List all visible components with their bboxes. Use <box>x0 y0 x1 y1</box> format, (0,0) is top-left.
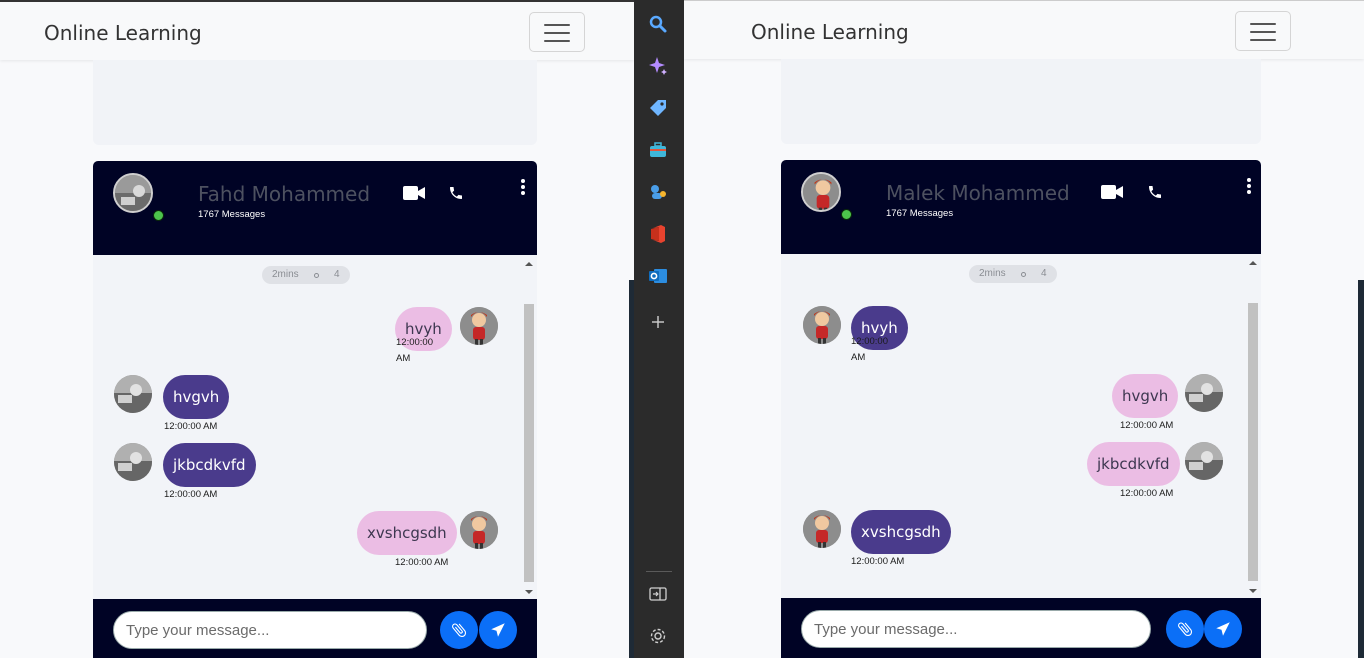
message-input[interactable] <box>113 611 427 649</box>
message-time: 12:00:00 AM <box>851 556 905 567</box>
message-bubble: xvshcgsdh <box>357 511 457 555</box>
message-time: 12:00:00 AM <box>1120 488 1174 499</box>
avatar <box>1185 374 1223 412</box>
contact-name: Fahd Mohammed <box>198 182 371 206</box>
message-time: 12:00:00 AM <box>851 336 888 363</box>
video-call-icon[interactable] <box>403 186 425 200</box>
avatar <box>1185 442 1223 480</box>
games-icon[interactable] <box>648 182 668 202</box>
left-browser-pane: Online Learning Fahd Mohammed 1767 Messa… <box>0 0 634 658</box>
attach-button[interactable] <box>440 611 478 649</box>
scroll-down-arrow[interactable] <box>525 590 533 594</box>
contact-name: Malek Mohammed <box>886 181 1070 205</box>
avatar <box>460 511 498 549</box>
paperclip-icon <box>1178 622 1193 637</box>
shopping-tag-icon[interactable] <box>648 98 668 118</box>
attach-button[interactable] <box>1166 610 1204 648</box>
chat-card: Malek Mohammed 1767 Messages 2mins 4 hvy… <box>781 160 1261 658</box>
time-divider: 2mins 4 <box>262 266 350 284</box>
avatar <box>114 443 152 481</box>
right-browser-pane: Online Learning Malek Mohammed 1767 Mess… <box>684 0 1364 658</box>
tools-briefcase-icon[interactable] <box>648 140 668 160</box>
message-time: 12:00:00 AM <box>1120 420 1174 431</box>
scroll-down-arrow[interactable] <box>1249 589 1257 593</box>
chat-header: Malek Mohammed 1767 Messages <box>781 160 1261 254</box>
time-divider: 2mins 4 <box>969 265 1057 283</box>
scroll-up-arrow[interactable] <box>1249 261 1257 265</box>
chat-card: Fahd Mohammed 1767 Messages 2mins 4 hvyh… <box>93 161 537 658</box>
brand-title[interactable]: Online Learning <box>44 21 202 45</box>
message-list[interactable]: 2mins 4 hvyh 12:00:00 AM hvgvh 12:00:00 … <box>781 254 1261 598</box>
message-time: 12:00:00 AM <box>395 557 449 568</box>
phone-call-icon[interactable] <box>448 185 464 201</box>
chat-composer <box>93 599 537 658</box>
chat-header: Fahd Mohammed 1767 Messages <box>93 161 537 255</box>
avatar <box>114 375 152 413</box>
message-time: 12:00:00 AM <box>396 337 433 364</box>
navbar-toggle-button[interactable] <box>1235 11 1291 51</box>
message-list[interactable]: 2mins 4 hvyh 12:00:00 AM hvgvh 12:00:00 … <box>93 255 537 599</box>
split-screen-icon[interactable] <box>648 584 668 604</box>
background-window-edge <box>1358 280 1364 658</box>
message-count: 1767 Messages <box>886 208 954 219</box>
send-arrow-icon <box>491 623 505 637</box>
top-card <box>93 60 537 145</box>
video-call-icon[interactable] <box>1101 185 1123 199</box>
sidebar-divider <box>646 571 672 572</box>
top-card <box>781 59 1261 144</box>
chat-composer <box>781 598 1261 658</box>
avatar <box>460 307 498 345</box>
search-icon[interactable] <box>648 14 668 34</box>
send-arrow-icon <box>1216 622 1230 636</box>
more-options-icon[interactable] <box>1246 178 1252 194</box>
scrollbar-thumb[interactable] <box>524 304 534 582</box>
copilot-sparkle-icon[interactable] <box>648 56 668 76</box>
paperclip-icon <box>452 623 467 638</box>
message-count: 1767 Messages <box>198 209 266 220</box>
send-button[interactable] <box>1204 610 1242 648</box>
scrollbar[interactable] <box>523 257 535 597</box>
scrollbar[interactable] <box>1247 256 1259 596</box>
phone-call-icon[interactable] <box>1147 184 1163 200</box>
hamburger-icon <box>1250 23 1276 25</box>
navbar-toggle-button[interactable] <box>529 12 585 52</box>
hamburger-icon <box>544 24 570 26</box>
avatar <box>803 306 841 344</box>
navbar: Online Learning <box>684 1 1364 59</box>
browser-sidebar <box>634 0 684 658</box>
message-bubble: hvgvh <box>1112 374 1179 418</box>
scroll-up-arrow[interactable] <box>525 262 533 266</box>
office-icon[interactable] <box>648 224 668 244</box>
settings-icon[interactable] <box>648 626 668 646</box>
online-status-dot <box>841 209 852 220</box>
online-status-dot <box>153 210 164 221</box>
scrollbar-thumb[interactable] <box>1248 303 1258 581</box>
contact-avatar[interactable] <box>113 173 153 213</box>
outlook-icon[interactable] <box>648 266 668 286</box>
brand-title[interactable]: Online Learning <box>751 20 909 44</box>
message-time: 12:00:00 AM <box>164 421 218 432</box>
navbar: Online Learning <box>0 2 634 60</box>
message-input[interactable] <box>801 610 1151 648</box>
message-bubble: jkbcdkvfd <box>1087 442 1180 486</box>
more-options-icon[interactable] <box>520 179 526 195</box>
message-bubble: xvshcgsdh <box>851 510 951 554</box>
add-icon[interactable] <box>648 312 668 332</box>
message-bubble: jkbcdkvfd <box>163 443 256 487</box>
contact-avatar[interactable] <box>801 172 841 212</box>
message-time: 12:00:00 AM <box>164 489 218 500</box>
avatar <box>803 510 841 548</box>
send-button[interactable] <box>479 611 517 649</box>
message-bubble: hvgvh <box>163 375 230 419</box>
